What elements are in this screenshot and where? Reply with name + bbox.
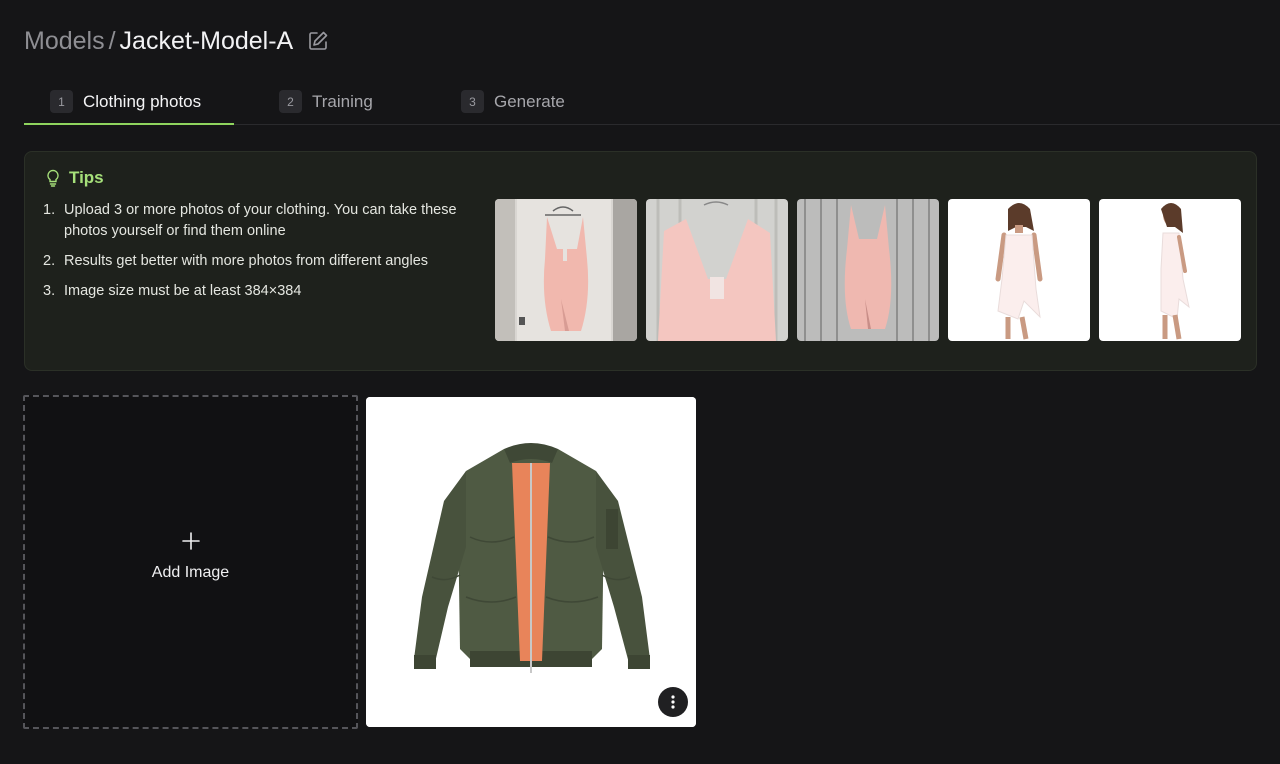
example-photos xyxy=(495,199,1241,341)
example-photo-pink-dress-hanger xyxy=(495,199,637,341)
tab-label: Training xyxy=(312,92,373,111)
jacket-image xyxy=(366,397,696,727)
breadcrumb: Models / Jacket-Model-A xyxy=(24,24,329,58)
tip-text: Image size must be at least 384×384 xyxy=(64,283,302,299)
tip-number: 2. xyxy=(43,253,56,269)
plus-icon xyxy=(181,532,200,550)
tab-label: Generate xyxy=(494,92,565,111)
page-title: Jacket-Model-A xyxy=(119,26,294,55)
tab-step-number: 2 xyxy=(279,90,302,113)
add-image-label: Add Image xyxy=(151,564,230,581)
step-tabs: 1 Clothing photos 2 Training 3 Generate xyxy=(24,84,1280,125)
tips-list: 1. Upload 3 or more photos of your clothi… xyxy=(43,200,483,311)
tab-label: Clothing photos xyxy=(83,92,202,111)
lightbulb-icon xyxy=(45,169,61,187)
active-tab-indicator xyxy=(24,123,234,125)
example-photo-pink-dress-closeup xyxy=(646,199,788,341)
tip-number: 1. xyxy=(43,202,56,218)
tips-panel: Tips 1. Upload 3 or more photos of your c… xyxy=(24,151,1257,371)
breadcrumb-models-link[interactable]: Models xyxy=(24,27,105,56)
tip-number: 3. xyxy=(43,283,56,299)
example-photo-pink-dress-wood xyxy=(797,199,939,341)
tip-item: 1. Upload 3 or more photos of your clothi… xyxy=(43,200,483,242)
uploaded-photo-green-bomber-jacket[interactable] xyxy=(366,397,696,727)
tip-item: 3. Image size must be at least 384×384 xyxy=(43,281,483,302)
example-photo-model-white-dress-side xyxy=(1099,199,1241,341)
photo-more-options-button[interactable] xyxy=(658,687,688,717)
tip-item: 2. Results get better with more photos fr… xyxy=(43,251,483,272)
tip-text: Results get better with more photos from… xyxy=(64,253,429,269)
tab-step-number: 3 xyxy=(461,90,484,113)
example-photo-model-white-dress-front xyxy=(948,199,1090,341)
edit-name-icon[interactable] xyxy=(307,30,329,52)
tips-header: Tips xyxy=(45,168,104,188)
tab-generate[interactable]: 3 Generate xyxy=(461,84,565,125)
tab-training[interactable]: 2 Training xyxy=(279,84,373,125)
tab-step-number: 1 xyxy=(50,90,73,113)
breadcrumb-separator: / xyxy=(108,26,116,55)
tips-title: Tips xyxy=(69,168,104,187)
tab-clothing-photos[interactable]: 1 Clothing photos xyxy=(50,84,201,125)
tip-text: Upload 3 or more photos of your clothing… xyxy=(64,202,457,239)
add-image-button[interactable]: Add Image xyxy=(23,395,358,729)
more-vertical-icon xyxy=(671,695,675,709)
